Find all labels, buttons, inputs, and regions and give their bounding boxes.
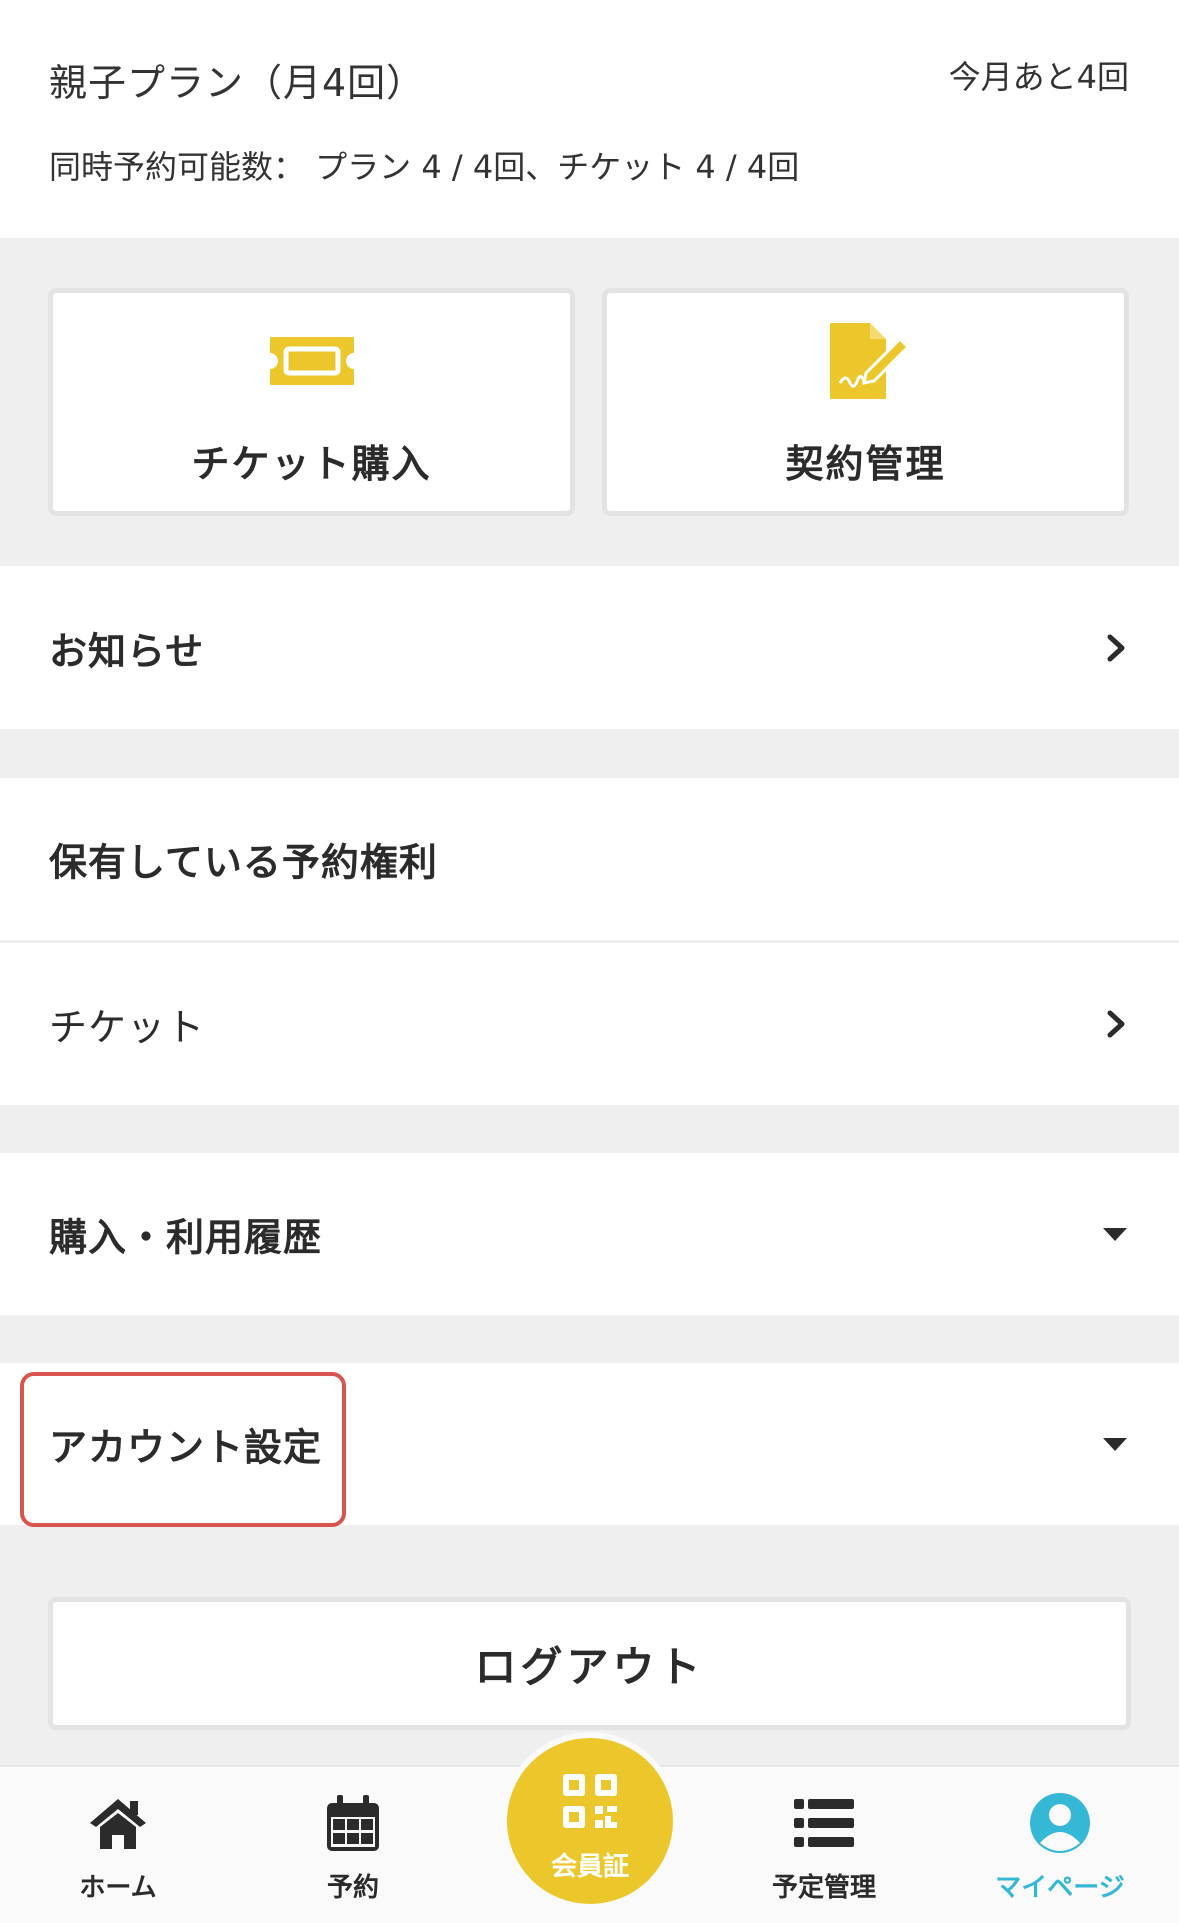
nav-schedule-label: 予定管理 (771, 1873, 876, 1903)
caret-down-icon (1103, 1228, 1127, 1241)
notices-label: お知らせ (49, 629, 205, 673)
ticket-purchase-card[interactable]: チケット購入 (48, 288, 575, 516)
qr-code-icon (563, 1774, 617, 1828)
held-rights-label: 保有している予約権利 (49, 840, 438, 885)
contract-management-label: 契約管理 (785, 442, 946, 486)
held-rights-header: 保有している予約権利 (0, 778, 1179, 940)
caret-down-icon (1103, 1438, 1127, 1451)
plan-remaining-count: 今月あと4回 (948, 58, 1129, 96)
member-card-button[interactable]: 会員証 (501, 1732, 679, 1910)
chevron-right-icon (1107, 634, 1125, 661)
notices-row[interactable]: お知らせ (0, 566, 1179, 729)
user-circle-icon (1030, 1793, 1090, 1853)
purchase-history-label: 購入・利用履歴 (49, 1215, 323, 1260)
logout-label: ログアウト (474, 1642, 705, 1691)
nav-mypage[interactable]: マイページ (960, 1767, 1160, 1923)
chevron-right-icon (1107, 1010, 1125, 1038)
plan-title: 親子プラン（月4回） (49, 61, 426, 105)
concurrent-reservations: 同時予約可能数： プラン 4 / 4回、チケット 4 / 4回 (49, 148, 800, 186)
member-card-label: 会員証 (550, 1852, 629, 1882)
nav-reserve[interactable]: 予約 (253, 1767, 453, 1923)
calendar-icon (327, 1795, 379, 1851)
tickets-row[interactable]: チケット (0, 943, 1179, 1105)
account-settings-label: アカウント設定 (49, 1425, 323, 1470)
ticket-icon (269, 337, 354, 385)
action-cards: チケット購入 契約管理 (0, 238, 1179, 566)
home-icon (90, 1799, 146, 1849)
nav-mypage-label: マイページ (995, 1873, 1125, 1903)
list-icon (794, 1799, 854, 1847)
mypage-screen: 親子プラン（月4回） 今月あと4回 同時予約可能数： プラン 4 / 4回、チケ… (0, 0, 1179, 1923)
contract-sign-icon (829, 323, 910, 399)
tickets-label: チケット (49, 1005, 206, 1050)
plan-summary: 親子プラン（月4回） 今月あと4回 同時予約可能数： プラン 4 / 4回、チケ… (0, 0, 1179, 238)
nav-home-label: ホーム (79, 1873, 157, 1903)
nav-reserve-label: 予約 (326, 1873, 379, 1903)
ticket-purchase-label: チケット購入 (191, 442, 432, 486)
logout-button[interactable]: ログアウト (48, 1597, 1131, 1730)
account-settings-row[interactable]: アカウント設定 (0, 1363, 1179, 1525)
nav-home[interactable]: ホーム (18, 1767, 218, 1923)
purchase-history-row[interactable]: 購入・利用履歴 (0, 1153, 1179, 1315)
contract-management-card[interactable]: 契約管理 (602, 288, 1129, 516)
nav-schedule[interactable]: 予定管理 (724, 1767, 924, 1923)
